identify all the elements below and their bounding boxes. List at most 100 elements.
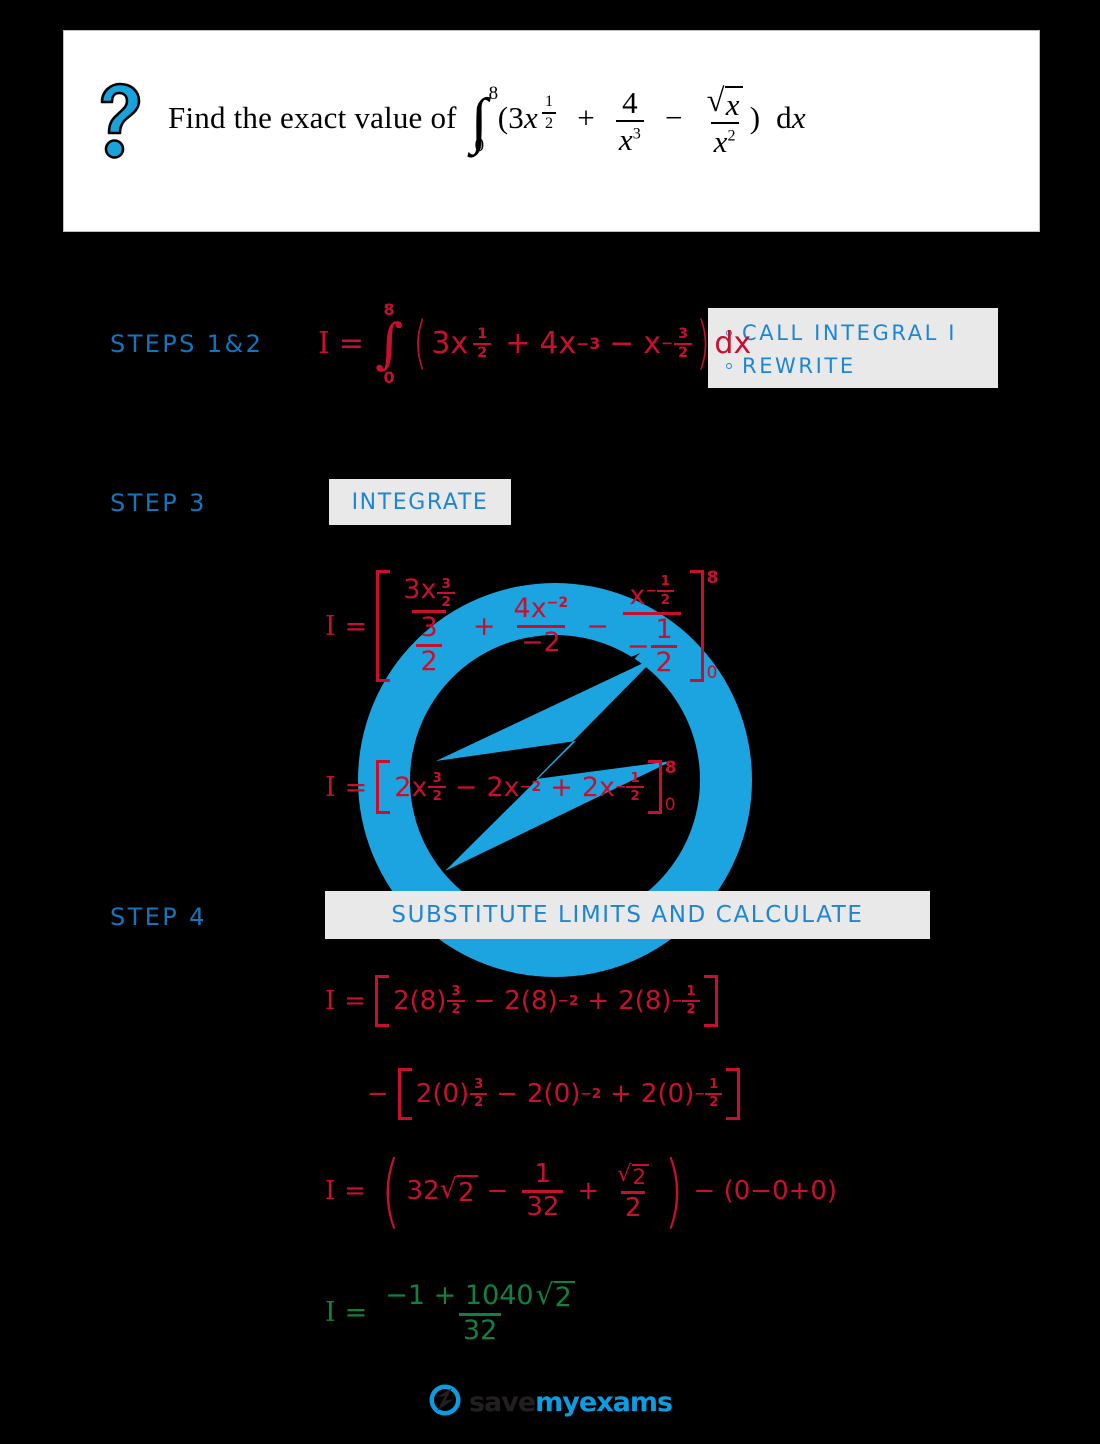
differential-variable: x — [791, 100, 806, 136]
work-line-1: I = 8 ∫ 0 ( 3x 1 2 + 4 x −3 − x − 3 2 ) dx — [318, 300, 752, 388]
open-paren: ( — [413, 310, 428, 376]
t3-exponent: − 3 2 — [661, 326, 693, 361]
work-line-4: I = 2(8) 3 2 − 2(8) −2 + 2(8) − 1 2 — [325, 975, 718, 1027]
term1-exponent: 1 2 — [538, 93, 560, 132]
close-paren: ) — [696, 310, 711, 376]
answer-numerator-lead: −1 + 1040 — [385, 1280, 534, 1311]
integral-symbol-I: I — [318, 326, 330, 362]
bracket-right — [703, 975, 718, 1027]
work-line-6: I = ( 32 √ 2 − 1 32 + √ 2 2 ) − (0−0+0) — [325, 1144, 838, 1238]
operator: + — [472, 610, 496, 642]
term2-numerator: 4 — [622, 85, 638, 120]
equals-sign: = — [338, 326, 364, 362]
term1-variable: x — [524, 100, 538, 136]
open-paren: ( — [381, 1144, 401, 1238]
second-fraction: 4x−2 −2 — [513, 593, 569, 658]
substitute-box: SUBSTITUTE LIMITS AND CALCULATE — [325, 891, 930, 939]
step-label-3: STEP 3 — [110, 489, 207, 517]
first-fraction: 3x 3 2 3 2 — [399, 575, 459, 676]
question-mark-icon — [94, 81, 142, 161]
operator-plus: + — [577, 100, 595, 136]
square-bracket-group: 2(8) 3 2 − 2(8) −2 + 2(8) − 1 2 — [375, 975, 718, 1027]
integral-symbol-I: I — [325, 986, 336, 1016]
t2-coefficient: 4 — [539, 326, 559, 362]
operator: − — [586, 610, 609, 642]
equals-sign: = — [344, 1297, 368, 1329]
square-bracket-group: 3x 3 2 3 2 + 4x−2 −2 − x − 1 2 − 1 2 8 0 — [376, 570, 718, 682]
t1-coefficient: 3 — [431, 326, 451, 362]
footer-logo: savemyexams — [0, 1383, 1100, 1422]
term3-numerator: √ x — [704, 85, 746, 122]
t2-variable: x — [558, 326, 577, 362]
answer-fraction: −1 + 1040 √ 2 32 — [381, 1280, 579, 1346]
evaluation-limits: 8 0 — [706, 568, 719, 683]
callout-item-text: CALL INTEGRAL I — [742, 321, 958, 345]
operator: + — [505, 326, 531, 362]
logo-text: savemyexams — [468, 1387, 673, 1418]
sqrt-2: √ 2 — [440, 1174, 478, 1208]
t1-exponent: 1 2 — [473, 326, 492, 361]
equals-sign: = — [344, 1176, 367, 1207]
upper-limit: 8 — [383, 300, 395, 320]
integrate-box: INTEGRATE — [329, 479, 511, 525]
integral-symbol-I: I — [325, 1297, 336, 1329]
zero-group: − (0−0+0) — [693, 1176, 838, 1207]
one-over-32: 1 32 — [522, 1161, 564, 1221]
substitute-label: SUBSTITUTE LIMITS AND CALCULATE — [391, 902, 864, 928]
bracket-right — [647, 760, 662, 814]
square-bracket-group: 2x 3 2 − 2x −2 + 2x − 1 2 8 0 — [376, 758, 677, 815]
close-paren: ) — [664, 1144, 684, 1238]
step-label-4: STEP 4 — [110, 903, 207, 931]
callout-item-text: REWRITE — [742, 353, 856, 378]
term3-denominator: x2 — [710, 122, 739, 157]
operator-minus: − — [665, 100, 683, 136]
operator: − — [609, 326, 635, 362]
answer-denominator: 32 — [458, 1313, 502, 1345]
integral-symbol-I: I — [325, 771, 336, 803]
term3-fraction: √ x x2 — [704, 85, 746, 157]
save-my-exams-bolt-icon — [428, 1383, 462, 1422]
term1-coefficient: 3 — [508, 100, 524, 136]
bracket-right — [726, 1068, 741, 1120]
sqrt2-over-2: √ 2 2 — [613, 1160, 653, 1222]
integral-symbol-I: I — [325, 610, 336, 642]
coefficient: 32 — [406, 1176, 440, 1207]
work-line-5: − 2(0) 3 2 − 2(0) −2 + 2(0) − 1 2 — [358, 1068, 741, 1120]
callout-item-1: REWRITE — [726, 350, 998, 383]
leading-minus: − — [367, 1079, 389, 1109]
bracket-left — [397, 1068, 412, 1120]
callout-item-0: CALL INTEGRAL I — [726, 317, 998, 350]
evaluation-limits: 8 0 — [664, 758, 677, 815]
differential-d: d — [776, 100, 792, 136]
question-row: Find the exact value of 8 ∫ 0 (3x 1 2 + … — [94, 81, 1019, 161]
definite-integral-sign: 8 ∫ 0 — [375, 300, 404, 388]
term2-fraction: 4 x3 — [615, 85, 645, 155]
integrate-label: INTEGRATE — [351, 489, 489, 515]
integral-lower-limit: 0 — [474, 135, 485, 157]
bracket-left — [376, 760, 391, 814]
integral-sign: 8 ∫ 0 — [470, 82, 499, 157]
equals-sign: = — [344, 610, 368, 642]
bracket-left — [376, 570, 391, 682]
equals-sign: = — [344, 771, 368, 803]
question-panel: Find the exact value of 8 ∫ 0 (3x 1 2 + … — [63, 30, 1040, 232]
differential-dx: dx — [714, 326, 752, 362]
question-prompt: Find the exact value of — [168, 100, 457, 136]
open-paren: ( — [497, 100, 509, 136]
step-label-1-2: STEPS 1&2 — [110, 330, 264, 358]
third-fraction: x − 1 2 − 1 2 — [622, 574, 681, 677]
close-paren: ) — [749, 100, 761, 136]
t3-variable: x — [643, 326, 662, 362]
work-line-3: I = 2x 3 2 − 2x −2 + 2x − 1 2 8 0 — [325, 760, 677, 814]
term2-denominator: x3 — [615, 120, 645, 155]
integral-symbol-I: I — [325, 1176, 336, 1207]
lower-limit: 0 — [383, 368, 395, 388]
equals-sign: = — [344, 986, 367, 1016]
t1-variable: x — [450, 326, 469, 362]
integral-upper-limit: 8 — [488, 82, 499, 104]
square-bracket-group: 2(0) 3 2 − 2(0) −2 + 2(0) − 1 2 — [397, 1068, 741, 1120]
bracket-right — [689, 570, 704, 682]
work-line-2: I = 3x 3 2 3 2 + 4x−2 −2 − x − 1 2 − 1 2… — [325, 570, 718, 682]
final-answer: I = −1 + 1040 √ 2 32 — [325, 1280, 584, 1346]
callout-box: CALL INTEGRAL I REWRITE — [708, 308, 998, 388]
